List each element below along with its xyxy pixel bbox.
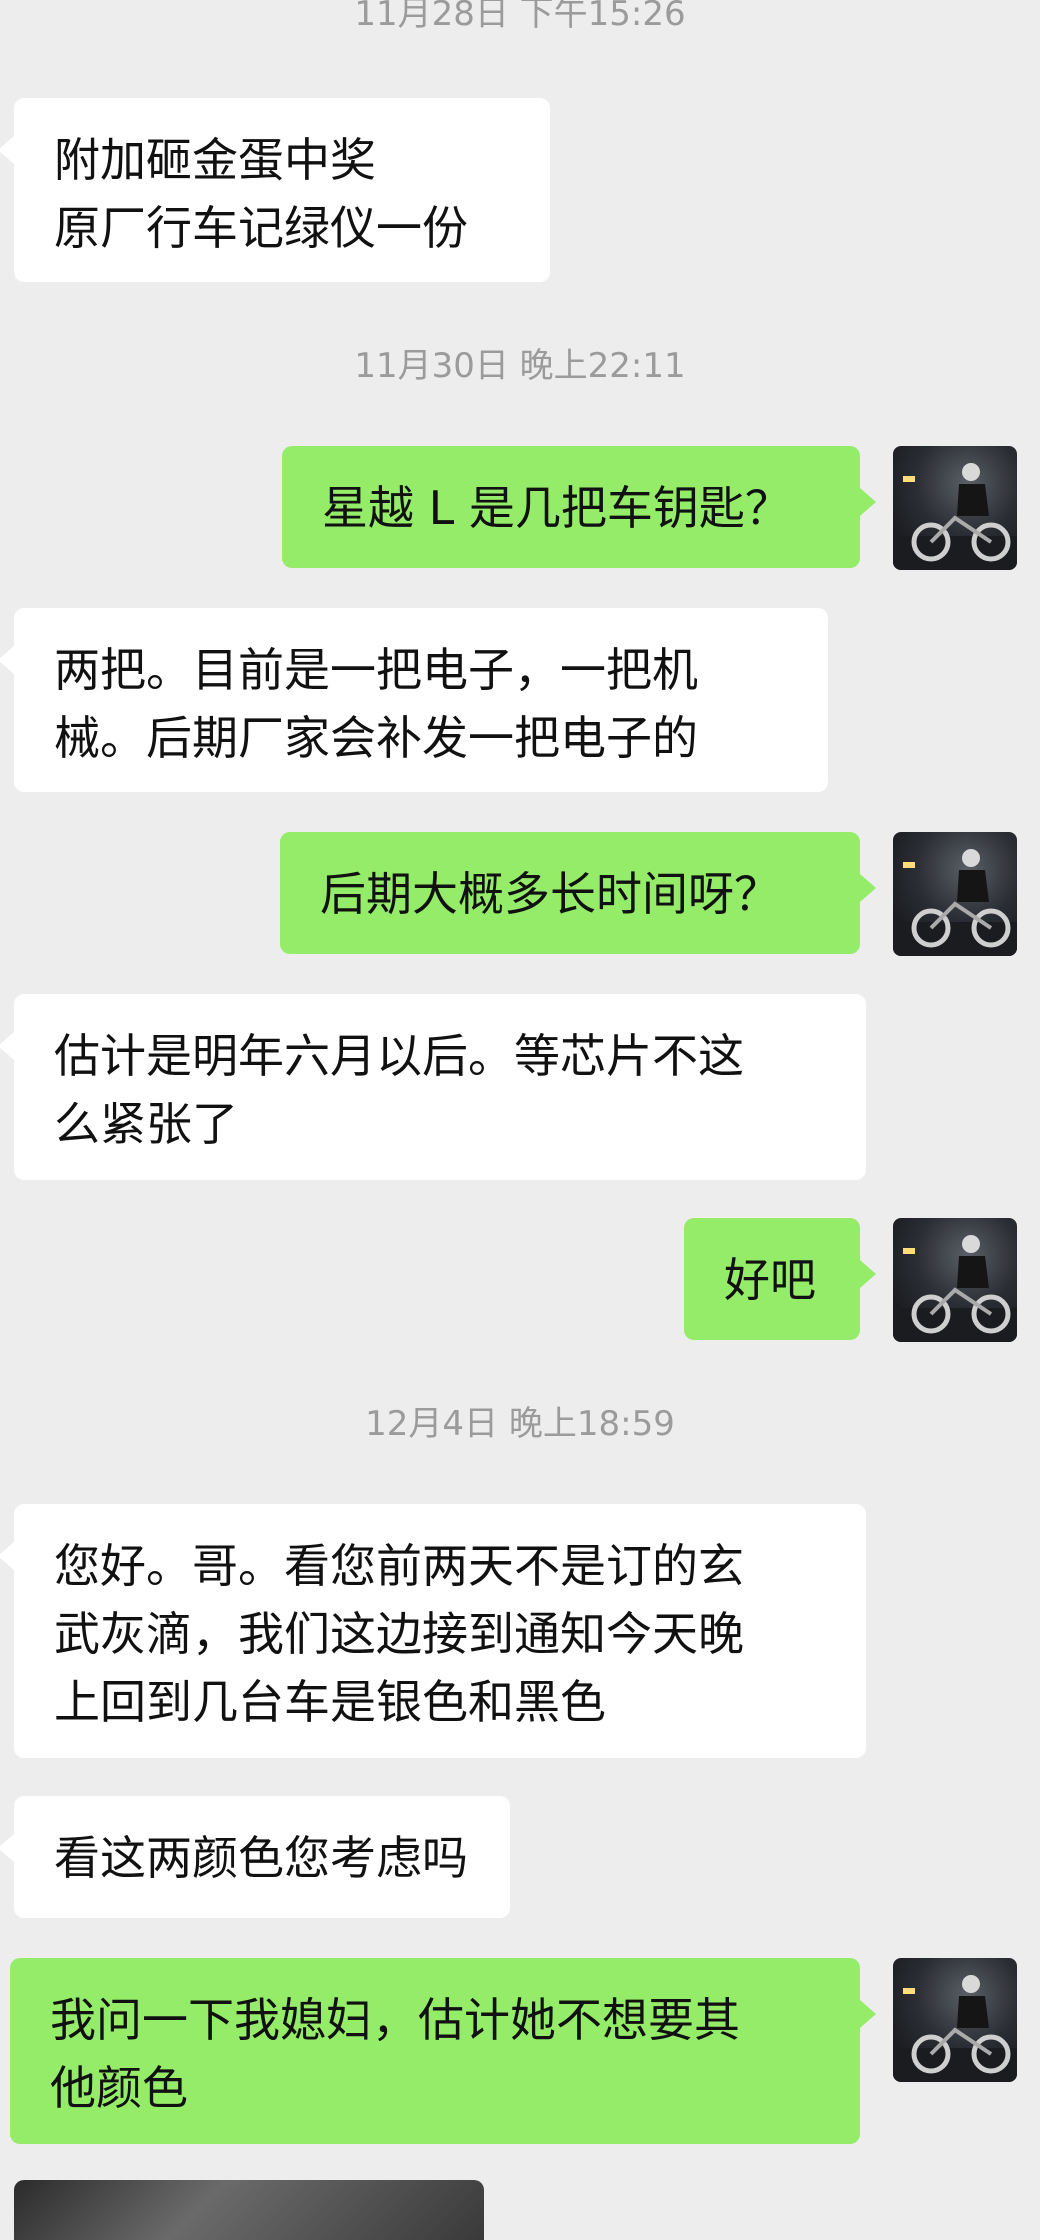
user-avatar-icon[interactable] xyxy=(893,446,1017,570)
message-bubble-outgoing[interactable]: 好吧 xyxy=(684,1218,876,1340)
user-avatar-icon[interactable] xyxy=(893,1218,1017,1342)
message-bubble-incoming[interactable]: 您好。哥。看您前两天不是订的玄 武灰滴，我们这边接到通知今天晚 上回到几台车是银… xyxy=(0,1504,866,1758)
timestamp: 12月4日 晚上18:59 xyxy=(365,1404,675,1444)
chat-conversation[interactable]: 11月28日 下午15:26 附加砸金蛋中奖 原厂行车记绿仪一份 11月30日 … xyxy=(0,0,1040,2240)
message-bubble-outgoing[interactable]: 星越 L 是几把车钥匙？ xyxy=(282,446,876,568)
message-bubble-incoming[interactable]: 估计是明年六月以后。等芯片不这 么紧张了 xyxy=(0,994,866,1180)
message-bubble-outgoing[interactable]: 我问一下我媳妇，估计她不想要其 他颜色 xyxy=(10,1958,876,2144)
image-message-thumbnail[interactable] xyxy=(14,2180,484,2240)
user-avatar-icon[interactable] xyxy=(893,1958,1017,2082)
message-bubble-incoming[interactable]: 附加砸金蛋中奖 原厂行车记绿仪一份 xyxy=(0,98,550,282)
message-bubble-incoming[interactable]: 看这两颜色您考虑吗 xyxy=(0,1796,510,1918)
user-avatar-icon[interactable] xyxy=(893,832,1017,956)
timestamp: 11月30日 晚上22:11 xyxy=(354,346,686,386)
timestamp: 11月28日 下午15:26 xyxy=(354,0,686,34)
message-bubble-incoming[interactable]: 两把。目前是一把电子，一把机 械。后期厂家会补发一把电子的 xyxy=(0,608,828,792)
message-bubble-outgoing[interactable]: 后期大概多长时间呀？ xyxy=(280,832,876,954)
